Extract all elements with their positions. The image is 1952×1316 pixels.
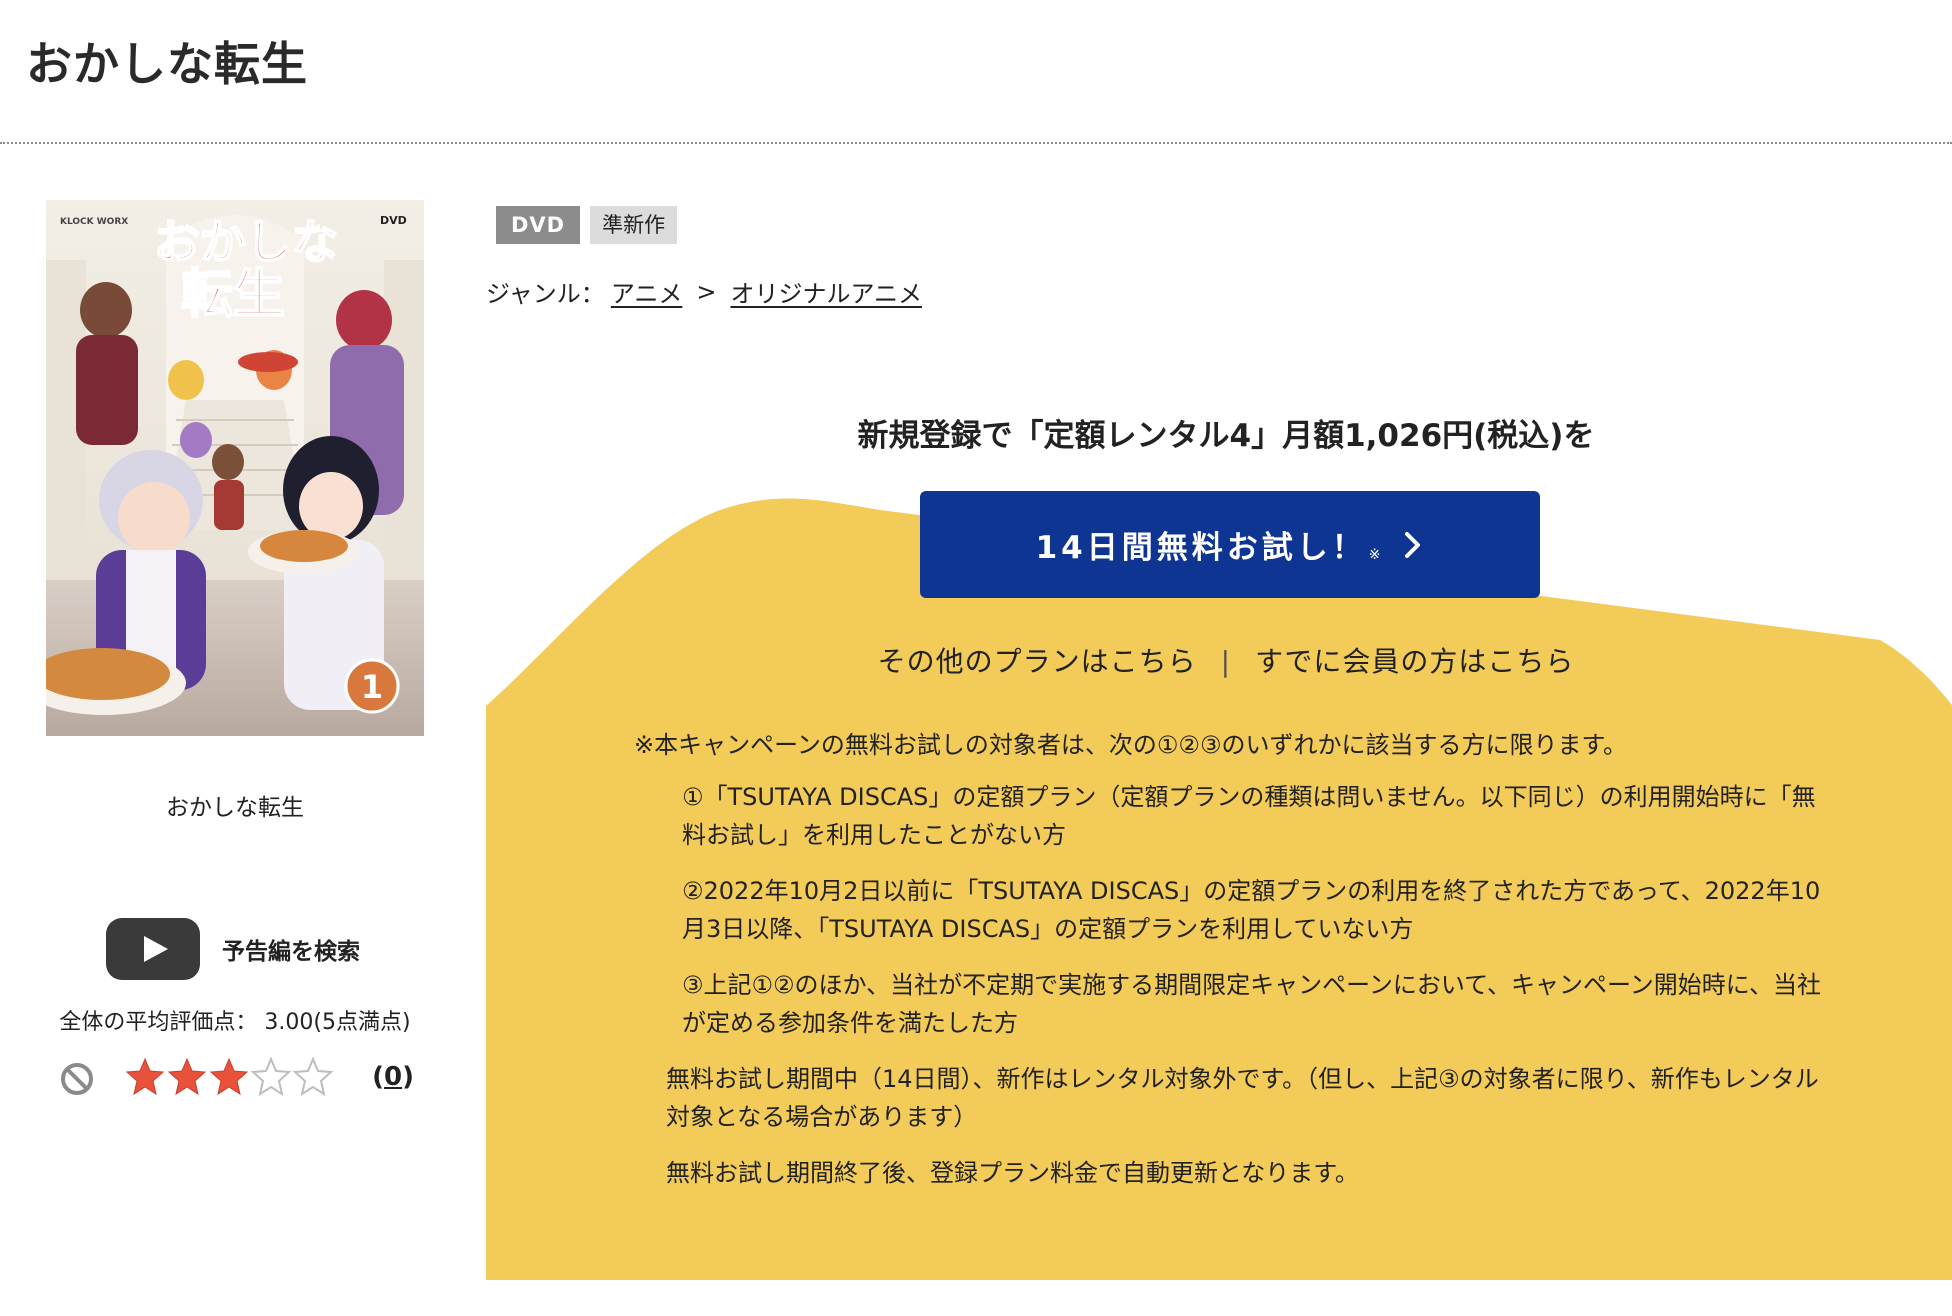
trailer-search-label: 予告編を検索: [222, 939, 360, 965]
review-count-close: ): [402, 1062, 414, 1092]
badges: DVD 準新作: [496, 206, 678, 244]
terms-intro: ※本キャンペーンの無料お試しの対象者は、次の①②③のいずれかに該当する方に限りま…: [634, 731, 1628, 759]
star-empty-icon[interactable]: [292, 1056, 334, 1098]
star-filled-icon[interactable]: [166, 1056, 208, 1098]
plan-links-divider: |: [1220, 645, 1232, 678]
promo-headline: 新規登録で「定額レンタル4」月額1,026円(税込)を: [857, 418, 1595, 454]
review-count-link[interactable]: 0: [384, 1062, 402, 1092]
star-rating[interactable]: [124, 1056, 334, 1102]
review-count-open: (: [372, 1062, 385, 1092]
other-plans-link[interactable]: その他のプランはこちら: [878, 645, 1197, 678]
campaign-terms: ※本キャンペーンの無料お試しの対象者は、次の①②③のいずれかに該当する方に限りま…: [634, 726, 1834, 1210]
member-login-link[interactable]: すでに会員の方はこちら: [1255, 645, 1574, 678]
genre-link-original-anime[interactable]: オリジナルアニメ: [730, 274, 922, 309]
review-count: (0): [372, 1062, 414, 1092]
free-trial-note-mark: ※: [1368, 546, 1381, 563]
plan-links: その他のプランはこちら | すでに会員の方はこちら: [486, 640, 1952, 680]
terms-condition-1: ①「TSUTAYA DISCAS」の定額プラン（定額プランの種類は問いません。以…: [682, 783, 1816, 849]
free-trial-button[interactable]: 14日間無料お試し！ ※: [920, 491, 1540, 598]
terms-condition-3: ③上記①②のほか、当社が不定期で実施する期間限定キャンペーンにおいて、キャンペー…: [682, 971, 1822, 1037]
terms-note-1: 無料お試し期間中（14日間）、新作はレンタル対象外です。（但し、上記③の対象者に…: [666, 1065, 1819, 1131]
no-rating-icon[interactable]: [60, 1062, 94, 1096]
chevron-right-icon: [1405, 531, 1421, 558]
genre-link-anime[interactable]: アニメ: [611, 274, 683, 309]
terms-condition-2: ②2022年10月2日以前に「TSUTAYA DISCAS」の定額プランの利用を…: [682, 877, 1821, 943]
cover-art-title-1: おかしな: [154, 215, 338, 269]
volume-badge: 1: [361, 668, 383, 706]
cover-caption: おかしな転生: [166, 795, 304, 821]
star-empty-icon[interactable]: [250, 1056, 292, 1098]
genre-breadcrumb: ジャンル： アニメ > オリジナルアニメ: [486, 274, 922, 309]
average-rating: 全体の平均評価点： 3.00(5点満点): [59, 1010, 411, 1035]
status-badge: 準新作: [590, 206, 678, 244]
publisher-mark: KLOCK WORX: [60, 217, 128, 227]
title-divider: [0, 142, 1952, 144]
cover-art-title-2: 転生: [181, 265, 285, 325]
format-mark: DVD: [380, 214, 407, 227]
trailer-search-button[interactable]: 予告編を検索: [106, 918, 360, 980]
format-badge: DVD: [496, 206, 581, 244]
play-button-icon: [106, 918, 200, 980]
cover-image[interactable]: おかしな 転生 KLOCK WORX DVD 1: [46, 200, 424, 736]
star-filled-icon[interactable]: [124, 1056, 166, 1098]
genre-separator: >: [696, 277, 717, 306]
terms-note-2: 無料お試し期間終了後、登録プラン料金で自動更新となります。: [666, 1159, 1359, 1187]
page-title: おかしな転生: [26, 37, 308, 91]
star-filled-icon[interactable]: [208, 1056, 250, 1098]
genre-label: ジャンル：: [486, 280, 605, 308]
rating-row: (0): [60, 1056, 420, 1102]
free-trial-label: 14日間無料お試し！: [1035, 530, 1367, 566]
